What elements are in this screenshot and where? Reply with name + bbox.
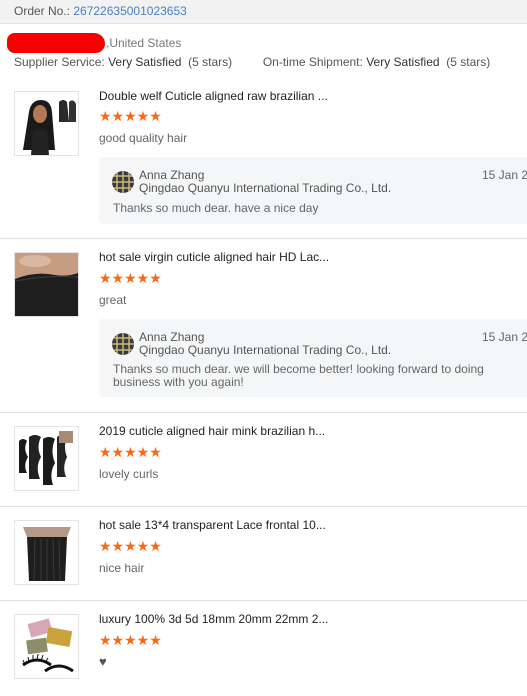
review-comment: good quality hair <box>99 131 188 145</box>
review-item: hot sale virgin cuticle aligned hair HD … <box>0 239 527 413</box>
reply-date: 15 Jan 2 <box>482 168 527 182</box>
supplier-reply: Anna Zhang Qingdao Quanyu International … <box>99 319 527 397</box>
reply-text: Thanks so much dear. we will become bett… <box>113 362 484 389</box>
reply-author: Anna Zhang <box>139 168 205 182</box>
star-rating: ★★★★★ <box>99 108 162 124</box>
product-thumbnail[interactable] <box>14 426 79 491</box>
star-rating: ★★★★★ <box>99 270 162 286</box>
product-thumbnail[interactable] <box>14 252 79 317</box>
avatar <box>112 171 134 193</box>
reply-company: Qingdao Quanyu International Trading Co.… <box>139 181 392 195</box>
order-number-link[interactable]: 26722635001023653 <box>73 4 186 18</box>
review-item: Double welf Cuticle aligned raw brazilia… <box>0 80 527 239</box>
shipment-label: On-time Shipment: <box>262 55 363 69</box>
product-thumbnail[interactable] <box>14 91 79 156</box>
order-number-bar: Order No.: 26722635001023653 <box>0 0 527 24</box>
star-rating: ★★★★★ <box>99 632 162 648</box>
order-ratings: Supplier Service: Very Satisfied (5 star… <box>14 55 490 69</box>
supplier-service-stars: (5 stars) <box>188 55 233 69</box>
product-title[interactable]: luxury 100% 3d 5d 18mm 20mm 22mm 2... <box>99 612 328 626</box>
product-title[interactable]: hot sale virgin cuticle aligned hair HD … <box>99 250 329 264</box>
buyer-country: ,United States <box>106 36 182 50</box>
order-label: Order No.: <box>14 4 71 18</box>
product-title[interactable]: hot sale 13*4 transparent Lace frontal 1… <box>99 518 326 532</box>
review-comment: nice hair <box>99 561 145 575</box>
supplier-service-value: Very Satisfied <box>108 55 182 69</box>
product-thumbnail[interactable] <box>14 614 79 679</box>
supplier-reply: Anna Zhang Qingdao Quanyu International … <box>99 157 527 224</box>
review-comment: great <box>99 293 127 307</box>
review-item: luxury 100% 3d 5d 18mm 20mm 22mm 2... ★★… <box>0 601 527 696</box>
review-comment: lovely curls <box>99 467 159 481</box>
review-item: hot sale 13*4 transparent Lace frontal 1… <box>0 507 527 601</box>
redacted-buyer-name <box>7 33 105 53</box>
product-thumbnail[interactable] <box>14 520 79 585</box>
star-rating: ★★★★★ <box>99 538 162 554</box>
reply-text: Thanks so much dear. have a nice day <box>113 201 319 215</box>
shipment-value: Very Satisfied <box>366 55 440 69</box>
reply-date: 15 Jan 2 <box>482 330 527 344</box>
heart-icon: ♥ <box>99 654 107 669</box>
reply-author: Anna Zhang <box>139 330 205 344</box>
product-title[interactable]: Double welf Cuticle aligned raw brazilia… <box>99 89 328 103</box>
shipment-stars: (5 stars) <box>446 55 491 69</box>
buyer-info: ,United States <box>0 31 527 53</box>
avatar <box>112 333 134 355</box>
product-title[interactable]: 2019 cuticle aligned hair mink brazilian… <box>99 424 325 438</box>
supplier-service-label: Supplier Service: <box>14 55 105 69</box>
review-item: 2019 cuticle aligned hair mink brazilian… <box>0 413 527 507</box>
reply-company: Qingdao Quanyu International Trading Co.… <box>139 343 392 357</box>
star-rating: ★★★★★ <box>99 444 162 460</box>
